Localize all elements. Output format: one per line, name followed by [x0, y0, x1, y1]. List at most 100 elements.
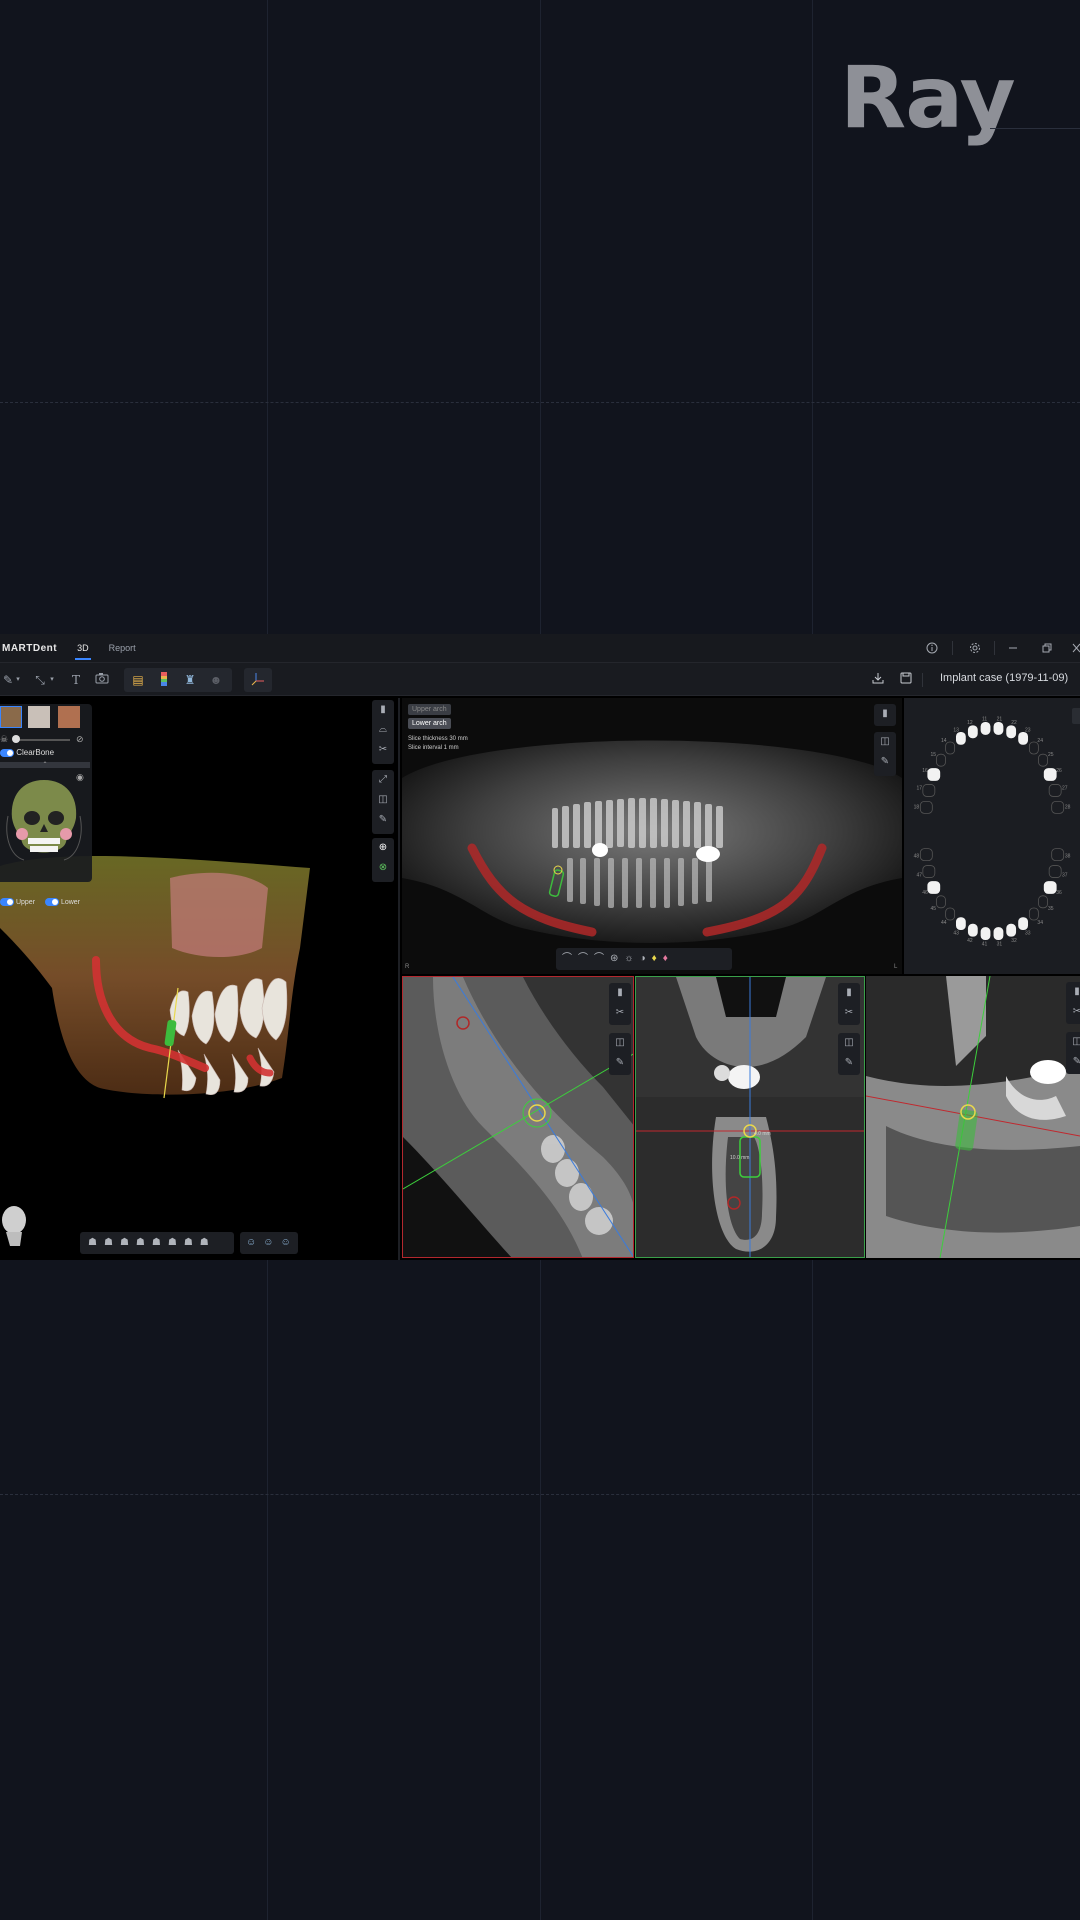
3d-view-panel[interactable]: ☠ ⊘ ClearBone ⌃ ◉ Upper Lower ▮ ⌓ ✂ ⤢ ◫ …	[0, 698, 400, 1260]
lower-toggle[interactable]	[44, 898, 59, 906]
ruler-icon[interactable]: ✎	[874, 752, 896, 772]
tab-3d[interactable]: 3D	[75, 634, 91, 662]
tooth-13[interactable]	[955, 731, 966, 745]
camera-icon[interactable]	[94, 672, 110, 688]
tooth-45[interactable]	[936, 895, 946, 909]
tooth-46[interactable]	[927, 881, 941, 894]
tooth-25[interactable]	[1038, 753, 1048, 767]
tooth-14[interactable]	[945, 741, 956, 755]
tooth-43[interactable]	[955, 917, 966, 931]
arch-curve-icon[interactable]: ⌒	[562, 953, 578, 964]
gear-icon[interactable]	[969, 634, 981, 662]
ruler-icon[interactable]: ✎	[1066, 1052, 1080, 1072]
tooth-36[interactable]	[1043, 881, 1057, 894]
implant-tool-icon[interactable]: ▮	[1066, 982, 1080, 1002]
skull-region-selector[interactable]	[4, 776, 84, 862]
tooth-42[interactable]	[967, 923, 978, 937]
preset-thumbnail-1[interactable]	[0, 706, 22, 728]
skull-view-bottom-icon[interactable]: ☗	[152, 1237, 168, 1248]
tooth-34[interactable]	[1028, 907, 1039, 921]
tooth-38[interactable]	[1051, 848, 1065, 862]
skull-view-back-icon[interactable]: ☗	[168, 1237, 184, 1248]
crosshair-icon[interactable]: ⊕	[372, 838, 394, 858]
implant-tool-icon[interactable]: ▮	[609, 983, 631, 1003]
fit-icon[interactable]: ⤢	[372, 770, 394, 790]
panoramic-view-panel[interactable]: Upper arch Lower arch Slice thickness 30…	[402, 698, 902, 974]
camera-icon[interactable]: ◫	[1066, 1032, 1080, 1052]
tooth-pink-icon[interactable]: ♦	[663, 953, 674, 964]
skull-view-front-icon[interactable]: ☗	[88, 1237, 104, 1248]
preset-thumbnail-2[interactable]	[28, 706, 50, 728]
clearbone-toggle[interactable]	[0, 748, 14, 757]
skull-view-reset-icon[interactable]: ☗	[200, 1237, 216, 1248]
tooth-27[interactable]	[1048, 784, 1062, 797]
skull-view-oblique-icon[interactable]: ☗	[184, 1237, 200, 1248]
tooth-18[interactable]	[919, 800, 933, 814]
render-mode-bone-icon[interactable]: ☺	[263, 1237, 280, 1248]
skull-view-left-icon[interactable]: ☗	[104, 1237, 120, 1248]
tooth-31[interactable]	[993, 927, 1004, 940]
tooth-15[interactable]	[936, 753, 946, 767]
opacity-slider[interactable]	[14, 739, 70, 741]
tooth-chart[interactable]: 18 17 16 15 14 13 12 11 21 22 23 24 25 26 27 28 48 47 46 4…	[904, 698, 1080, 974]
camera-icon[interactable]: ◫	[874, 732, 896, 752]
tooth-21[interactable]	[993, 722, 1004, 735]
tooth-11[interactable]	[980, 722, 991, 735]
axes-icon[interactable]	[250, 672, 266, 688]
colormap-icon[interactable]	[156, 672, 172, 688]
tooth-47[interactable]	[922, 865, 936, 878]
save-icon[interactable]	[898, 672, 914, 688]
skull-icon[interactable]: ☻	[208, 672, 224, 688]
tooth-yellow-icon[interactable]: ♦	[652, 953, 663, 964]
layers-icon[interactable]: ▤	[130, 672, 146, 688]
tooth-16[interactable]	[927, 768, 941, 781]
ruler-icon[interactable]: ✎	[838, 1053, 860, 1073]
download-icon[interactable]	[870, 672, 886, 688]
info-icon[interactable]	[926, 634, 938, 662]
implant-tool-icon[interactable]: ▮	[874, 704, 896, 724]
implant-tool-icon[interactable]: ▮	[838, 983, 860, 1003]
render-mode-skin-icon[interactable]: ☺	[246, 1237, 263, 1248]
opacity-slider-handle[interactable]	[12, 735, 20, 743]
lower-arch-button[interactable]: Lower arch	[408, 718, 451, 729]
tooth-12[interactable]	[967, 725, 978, 739]
crown-tool-icon[interactable]: ⌓	[372, 720, 394, 740]
tooth-44[interactable]	[945, 907, 956, 921]
tooth-35[interactable]	[1038, 895, 1048, 909]
collapse-chevron-icon[interactable]: ⌃	[0, 762, 90, 768]
tooth-28[interactable]	[1051, 800, 1065, 814]
chevron-down-icon[interactable]: ▾	[14, 672, 22, 688]
scissors-icon[interactable]: ✂	[1066, 1002, 1080, 1022]
upper-arch-button[interactable]: Upper arch	[408, 704, 451, 715]
tab-report[interactable]: Report	[109, 634, 136, 662]
scissors-icon[interactable]: ✂	[838, 1003, 860, 1023]
tooth-32[interactable]	[1006, 923, 1017, 937]
tooth-37[interactable]	[1048, 865, 1062, 878]
tooth-17[interactable]	[922, 784, 936, 797]
preset-thumbnail-3[interactable]	[58, 706, 80, 728]
arch-edit-icon[interactable]: ⌒	[578, 953, 594, 964]
eye-off-icon[interactable]: ⊘	[76, 734, 84, 745]
tooth-22[interactable]	[1006, 725, 1017, 739]
tooth-48[interactable]	[919, 848, 933, 862]
tooth-41[interactable]	[980, 927, 991, 940]
close-icon[interactable]	[1072, 634, 1080, 662]
cross-section-panel[interactable]: ▮ ✂ ◫ ✎	[402, 976, 634, 1258]
scissors-icon[interactable]: ✂	[609, 1003, 631, 1023]
contrast-icon[interactable]: ◑	[640, 953, 652, 964]
brightness-icon[interactable]: ☼	[624, 953, 639, 964]
render-mode-airway-icon[interactable]: ☺	[280, 1237, 297, 1248]
upper-toggle[interactable]	[0, 898, 14, 906]
scissors-icon[interactable]: ✂	[372, 740, 394, 760]
filter-icon[interactable]: ⊛	[610, 953, 624, 964]
sagittal-panel[interactable]: ▮ ✂ ◫ ✎	[866, 976, 1080, 1258]
axial-panel[interactable]: 4.0 mm 10.0 mm ▮ ✂ ◫ ✎	[635, 976, 865, 1258]
tooth-26[interactable]	[1043, 768, 1057, 781]
ruler-icon[interactable]: ✎	[609, 1053, 631, 1073]
camera-icon[interactable]: ◫	[838, 1033, 860, 1053]
implant-tool-icon[interactable]: ▮	[372, 700, 394, 720]
ruler-icon[interactable]: ⤡	[32, 672, 48, 688]
camera-icon[interactable]: ◫	[609, 1033, 631, 1053]
ruler-icon[interactable]: ✎	[372, 810, 394, 830]
text-icon[interactable]: T	[68, 672, 84, 688]
